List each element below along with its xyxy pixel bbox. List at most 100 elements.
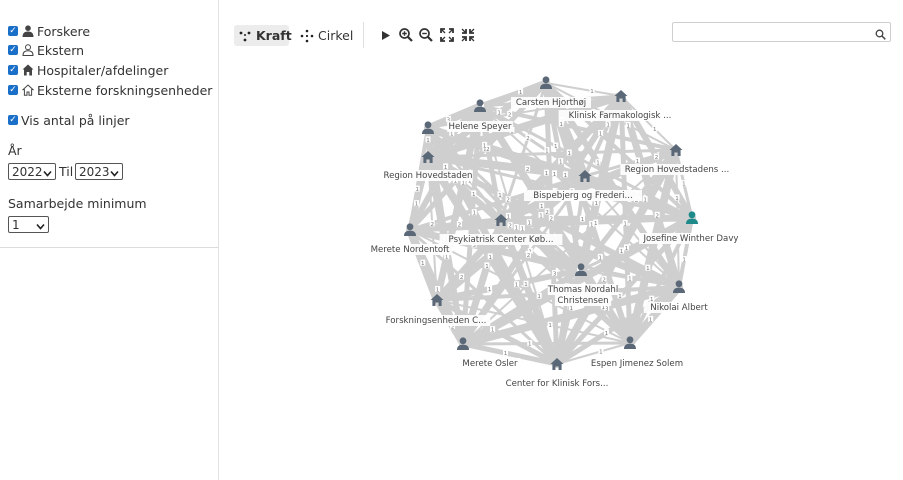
node-label: Region Hovedstaden [383, 171, 472, 181]
edge-count-label: 1 [646, 266, 650, 272]
filter-label-hospitaler: Hospitaler/afdelinger [37, 62, 169, 78]
node-label: Center for Klinisk Fors... [506, 379, 609, 389]
min-collab-select[interactable]: 1 [8, 216, 49, 233]
edge-count-label: 1 [507, 214, 511, 220]
edge-count-label: 1 [473, 211, 477, 217]
checkbox-ekstern[interactable]: ✓ [8, 45, 18, 55]
edge-count-label: 1 [618, 294, 622, 300]
node-label: Merete Osler [462, 359, 518, 369]
node-label: Merete Nordentoft [371, 245, 450, 255]
filter-forskere[interactable]: ✓ Forskere [8, 22, 90, 40]
node-label: Josefine Winther Davy [642, 234, 738, 244]
edge-count-label: 1 [590, 222, 594, 228]
filter-sidebar: ✓ Forskere ✓ Ekstern ✓ Hospitaler/afdeli… [0, 0, 219, 480]
edge-count-label: 1 [426, 138, 430, 144]
node-label: Bispebjerg og Frederi... [533, 191, 632, 201]
edge-count-label: 1 [553, 172, 557, 178]
node-label: Thomas Nordahl [547, 285, 618, 295]
checkbox-forskere[interactable]: ✓ [8, 26, 18, 36]
edge-count-label: 1 [590, 89, 594, 95]
graph-area: Kraft Cirkel 111111211111213111211 [220, 0, 903, 480]
edge-count-label: 1 [649, 317, 653, 323]
show-counts-row[interactable]: ✓ Vis antal på linjer [8, 111, 130, 129]
edge-count-label: 1 [415, 202, 419, 208]
edge-count-label: 1 [595, 201, 599, 207]
show-counts-label: Vis antal på linjer [21, 112, 130, 128]
graph-edge [461, 341, 632, 346]
person-outline-icon [21, 44, 34, 57]
edge-count-label: 1 [519, 90, 523, 96]
node-label: Carsten Hjorthøj [516, 98, 586, 108]
edge-count-label: 1 [596, 161, 600, 167]
year-from-select[interactable]: 2022 [8, 163, 56, 180]
edge-count-label: 1 [599, 131, 603, 137]
edge-count-label: 1 [497, 110, 501, 116]
edge-count-label: 1 [498, 193, 502, 199]
filter-eksterne-enheder[interactable]: ✓ Eksterne forskningsenheder [8, 81, 212, 99]
edge-count-label: 1 [560, 122, 564, 128]
edge-count-label: 1 [545, 149, 549, 155]
edge-count-label: 1 [653, 127, 657, 133]
year-from-value: 2022 [12, 164, 43, 179]
node-label: Helene Speyer [449, 122, 512, 132]
edge-count-label: 1 [570, 306, 574, 312]
checkbox-show-counts[interactable]: ✓ [8, 115, 18, 125]
house-solid-icon [21, 64, 34, 77]
edge-count-label: 1 [515, 283, 519, 289]
checkbox-hospitaler[interactable]: ✓ [8, 65, 18, 75]
filter-label-ekstern: Ekstern [37, 42, 85, 58]
node-label: Forskningsenheden C... [386, 316, 487, 326]
network-graph[interactable]: 1111112111112131112111111112111121212111… [220, 0, 903, 480]
edge-count-label: 1 [461, 180, 465, 186]
filter-ekstern[interactable]: ✓ Ekstern [8, 41, 84, 59]
edge-count-label: 1 [606, 123, 610, 129]
edge-count-label: 1 [548, 323, 552, 329]
edge-count-label: 2 [655, 213, 659, 219]
node-label: Espen Jimenez Solem [591, 359, 683, 369]
edge-count-label: 1 [625, 246, 629, 252]
edge-count-label: 1 [504, 351, 508, 357]
edge-count-label: 1 [445, 255, 449, 261]
edge-count-label: 1 [599, 255, 603, 261]
edge-count-label: 1 [450, 132, 454, 138]
edge-count-label: 1 [488, 255, 492, 261]
year-to-select[interactable]: 2023 [75, 163, 123, 180]
edge-count-label: 1 [594, 221, 598, 227]
edge-count-label: 1 [421, 261, 425, 267]
graph-node-espen-jimenez-solem[interactable]: Espen Jimenez Solem [589, 336, 685, 369]
chevron-down-icon [36, 220, 45, 234]
edge-count-label: 1 [472, 192, 476, 198]
edge-count-label: 2 [655, 155, 659, 161]
edge-count-label: 1 [528, 342, 532, 348]
edge-count-label: 1 [675, 196, 679, 202]
edge-count-label: 1 [643, 198, 647, 204]
edge-count-label: 1 [491, 328, 495, 334]
edge-count-label: 1 [521, 226, 525, 232]
edge-count-label: 1 [554, 144, 558, 150]
person-solid-icon [21, 25, 34, 38]
chevron-down-icon [43, 167, 52, 181]
edge-count-label: 2 [602, 277, 606, 283]
year-to-value: 2023 [79, 164, 110, 179]
edge-count-label: 2 [508, 112, 512, 118]
edge-count-label: 2 [545, 210, 549, 216]
min-collab-label: Samarbejde minimum [8, 196, 147, 211]
edge-count-label: 1 [483, 143, 487, 149]
edge-count-label: 1 [545, 171, 549, 177]
filter-label-eksterne-enheder: Eksterne forskningsenheder [37, 82, 213, 98]
edge-count-label: 1 [537, 294, 541, 300]
edge-count-label: 1 [415, 187, 419, 193]
edge-count-label: 2 [506, 198, 510, 204]
edge-count-label: 2 [486, 147, 490, 153]
filter-hospitaler[interactable]: ✓ Hospitaler/afdelinger [8, 61, 168, 79]
edge-count-label: 1 [599, 349, 603, 355]
edge-count-label: 2 [526, 136, 530, 142]
filter-panel: ✓ Forskere ✓ Ekstern ✓ Hospitaler/afdeli… [0, 0, 219, 248]
edge-count-label: 1 [628, 276, 632, 282]
edge-count-label: 1 [559, 160, 563, 166]
checkbox-eksterne-enheder[interactable]: ✓ [8, 85, 18, 95]
node-label: Nikolai Albert [650, 303, 708, 313]
edge-count-label: 2 [550, 216, 554, 222]
edge-count-label: 1 [488, 287, 492, 293]
edge-count-label: 1 [568, 151, 572, 157]
